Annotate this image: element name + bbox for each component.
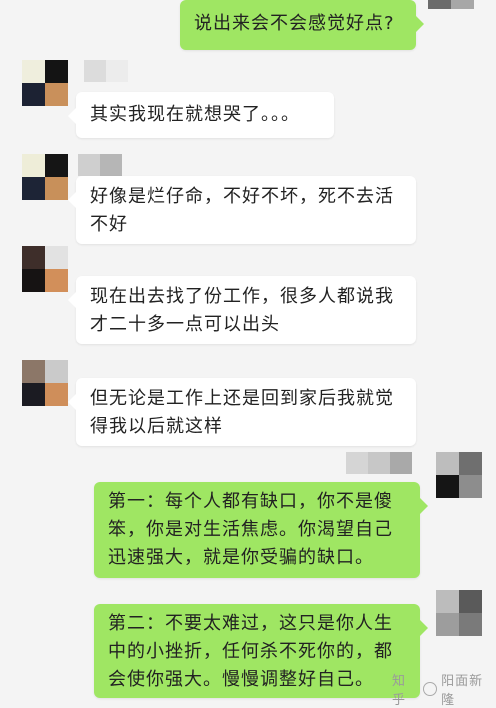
message-bubble[interactable]: 好像是烂仔命，不好不坏，死不去活不好 <box>68 176 416 244</box>
watermark-author: 阳面新隆 <box>441 674 484 708</box>
watermark: 知乎 阳面新隆 <box>392 670 496 708</box>
avatar[interactable] <box>22 360 68 406</box>
zhihu-logo-icon <box>423 682 438 696</box>
sender-name-blurred <box>84 60 128 82</box>
message-bubble[interactable]: 第一：每个人都有缺口，你不是傻笨，你是对生活焦虑。你渴望自己迅速强大，就是你受骗… <box>94 482 428 578</box>
watermark-site: 知乎 <box>392 674 407 708</box>
avatar[interactable] <box>428 0 474 18</box>
sender-name-blurred <box>346 452 412 474</box>
message-bubble[interactable]: 但无论是工作上还是回到家后我就觉得我以后就这样 <box>68 378 416 446</box>
message-bubble[interactable]: 其实我现在就想哭了。。。 <box>68 92 334 138</box>
chat-area[interactable]: 说出来会不会感觉好点? 其实我现在就想哭了。。。 好像是烂仔命，不好不坏，死不去… <box>0 0 496 708</box>
sender-name-blurred <box>78 154 122 176</box>
avatar[interactable] <box>22 154 68 200</box>
avatar[interactable] <box>436 590 482 636</box>
message-bubble[interactable]: 说出来会不会感觉好点? <box>180 0 424 50</box>
avatar[interactable] <box>436 452 482 498</box>
avatar[interactable] <box>22 246 68 292</box>
message-bubble[interactable]: 第二：不要太难过，这只是你人生中的小挫折，任何杀不死你的，都会使你强大。慢慢调整… <box>94 604 428 698</box>
avatar[interactable] <box>22 60 68 106</box>
message-bubble[interactable]: 现在出去找了份工作，很多人都说我才二十多一点可以出头 <box>68 276 416 344</box>
